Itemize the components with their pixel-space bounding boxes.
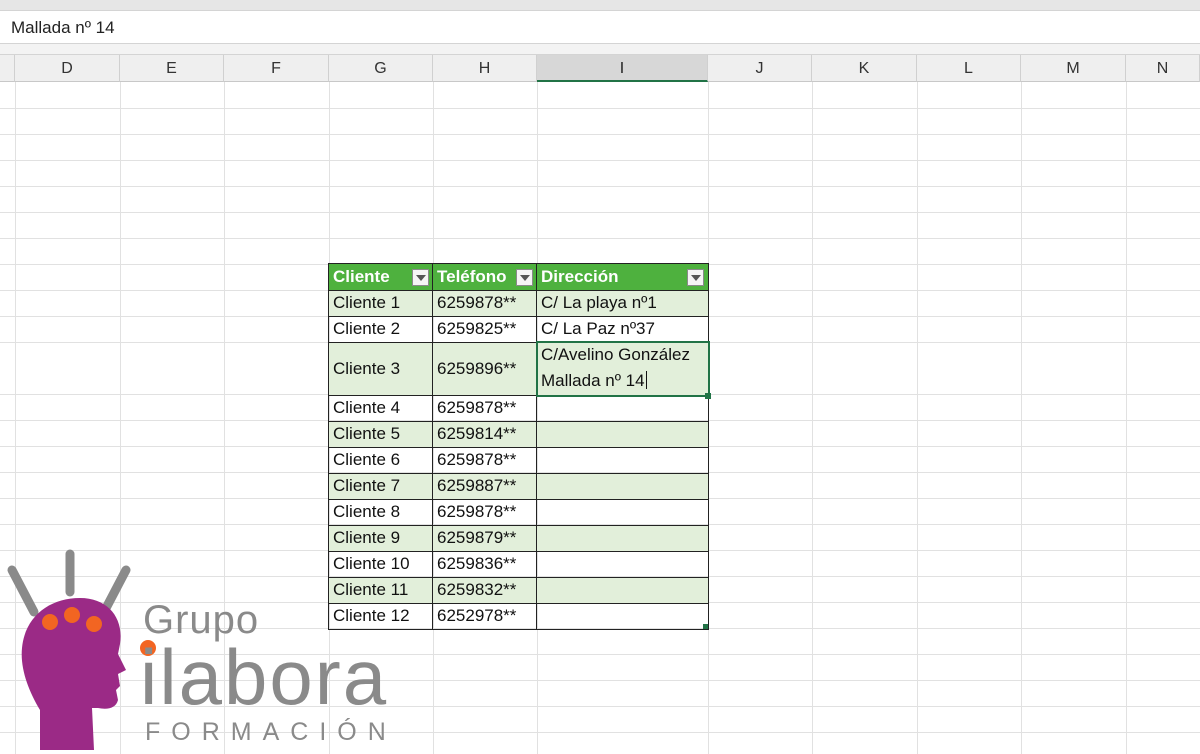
header-label-cliente: Cliente xyxy=(333,267,390,286)
cell-cliente[interactable]: Cliente 3 xyxy=(329,342,433,395)
cell-cliente[interactable]: Cliente 7 xyxy=(329,473,433,499)
cell-telefono[interactable]: 6259879** xyxy=(433,525,537,551)
filter-dropdown-icon[interactable] xyxy=(687,269,704,286)
cell-telefono[interactable]: 6259878** xyxy=(433,499,537,525)
column-header-k[interactable]: K xyxy=(812,55,917,82)
column-header-i[interactable]: I xyxy=(537,55,708,82)
cell-telefono[interactable]: 6259887** xyxy=(433,473,537,499)
filter-dropdown-icon[interactable] xyxy=(412,269,429,286)
cell-telefono[interactable]: 6259814** xyxy=(433,421,537,447)
table-divider xyxy=(328,499,709,500)
table-header-direccion[interactable]: Dirección xyxy=(537,264,708,290)
cell-cliente[interactable]: Cliente 8 xyxy=(329,499,433,525)
window-top-strip xyxy=(0,0,1200,11)
cell-cliente[interactable]: Cliente 6 xyxy=(329,447,433,473)
cell-telefono[interactable]: 6259896** xyxy=(433,342,537,395)
cell-direccion[interactable] xyxy=(537,421,708,447)
cell-direccion[interactable] xyxy=(537,499,708,525)
logo-text-formacion: FORMACIÓN xyxy=(145,718,397,746)
column-header-f[interactable]: F xyxy=(224,55,329,82)
table-divider xyxy=(328,290,709,291)
cell-telefono[interactable]: 6259878** xyxy=(433,395,537,421)
table-divider xyxy=(328,447,709,448)
cell-direccion[interactable] xyxy=(537,473,708,499)
formula-bar[interactable]: Mallada nº 14 xyxy=(0,11,1200,44)
logo-text-ilabora: ilabora xyxy=(140,633,389,721)
column-header-n[interactable]: N xyxy=(1126,55,1200,82)
cell-telefono[interactable]: 6259878** xyxy=(433,290,537,316)
header-label-direccion: Dirección xyxy=(541,267,619,286)
fill-handle[interactable] xyxy=(705,393,711,399)
header-label-telefono: Teléfono xyxy=(437,267,507,286)
table-divider xyxy=(328,421,709,422)
toolbar-gap xyxy=(0,44,1200,55)
column-header-l[interactable]: L xyxy=(917,55,1021,82)
cell-direccion[interactable] xyxy=(537,577,708,603)
cell-direccion[interactable] xyxy=(537,525,708,551)
active-cell-selection[interactable] xyxy=(536,341,710,397)
table-divider xyxy=(328,316,709,317)
column-header-g[interactable]: G xyxy=(329,55,433,82)
column-header-d[interactable]: D xyxy=(15,55,120,82)
cell-telefono[interactable]: 6252978** xyxy=(433,603,537,629)
cell-direccion[interactable] xyxy=(537,603,708,629)
select-all-corner[interactable] xyxy=(0,55,15,82)
cell-cliente[interactable]: Cliente 2 xyxy=(329,316,433,342)
cell-direccion[interactable]: C/ La playa nº1 xyxy=(537,290,708,316)
head-icon xyxy=(7,549,156,750)
cell-cliente[interactable]: Cliente 5 xyxy=(329,421,433,447)
formula-bar-content[interactable]: Mallada nº 14 xyxy=(11,18,115,38)
cell-cliente[interactable]: Cliente 1 xyxy=(329,290,433,316)
cell-telefono[interactable]: 6259825** xyxy=(433,316,537,342)
table-resize-handle[interactable] xyxy=(703,624,708,629)
cell-cliente[interactable]: Cliente 4 xyxy=(329,395,433,421)
cell-telefono[interactable]: 6259836** xyxy=(433,551,537,577)
cell-direccion[interactable] xyxy=(537,447,708,473)
cell-direccion[interactable] xyxy=(537,551,708,577)
cell-telefono[interactable]: 6259832** xyxy=(433,577,537,603)
table-divider xyxy=(328,525,709,526)
filter-dropdown-icon[interactable] xyxy=(516,269,533,286)
column-header-h[interactable]: H xyxy=(433,55,537,82)
column-header-e[interactable]: E xyxy=(120,55,224,82)
table-divider xyxy=(328,473,709,474)
cell-telefono[interactable]: 6259878** xyxy=(433,447,537,473)
column-header-m[interactable]: M xyxy=(1021,55,1126,82)
cell-direccion[interactable]: C/ La Paz nº37 xyxy=(537,316,708,342)
cell-direccion[interactable] xyxy=(537,395,708,421)
column-header-j[interactable]: J xyxy=(708,55,812,82)
